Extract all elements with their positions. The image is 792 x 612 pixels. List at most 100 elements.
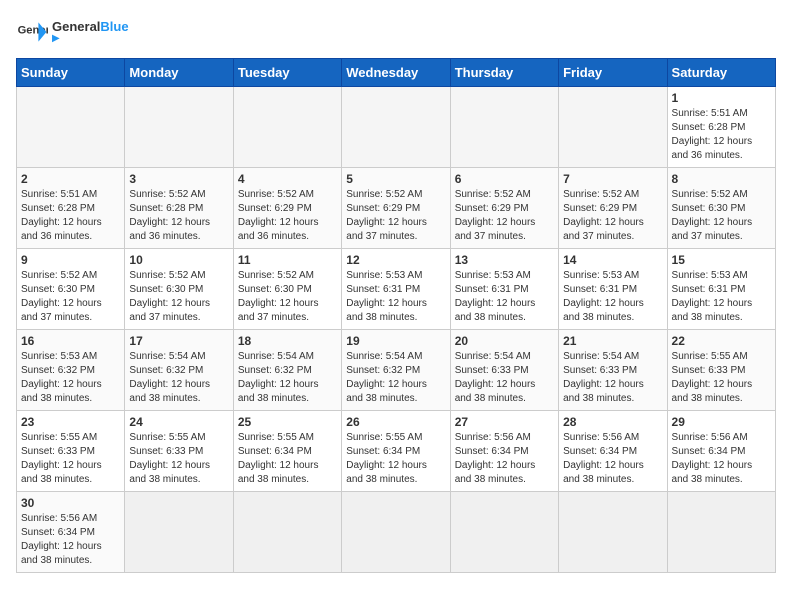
day-info: Sunrise: 5:52 AM Sunset: 6:30 PM Dayligh… — [129, 269, 228, 325]
weekday-header-friday: Friday — [559, 59, 667, 87]
day-info: Sunrise: 5:52 AM Sunset: 6:30 PM Dayligh… — [238, 269, 337, 325]
calendar-cell: 7 Sunrise: 5:52 AM Sunset: 6:29 PM Daylig… — [559, 168, 667, 249]
day-number: 29 — [672, 415, 771, 429]
calendar-cell — [559, 87, 667, 168]
calendar-cell: 11 Sunrise: 5:52 AM Sunset: 6:30 PM Dayli… — [233, 249, 341, 330]
calendar-cell: 23 Sunrise: 5:55 AM Sunset: 6:33 PM Dayli… — [17, 411, 125, 492]
day-number: 5 — [346, 172, 445, 186]
day-number: 13 — [455, 253, 554, 267]
calendar-cell — [450, 492, 558, 573]
calendar-cell — [342, 87, 450, 168]
weekday-header-saturday: Saturday — [667, 59, 775, 87]
calendar-cell — [233, 87, 341, 168]
day-info: Sunrise: 5:56 AM Sunset: 6:34 PM Dayligh… — [21, 512, 120, 568]
day-number: 7 — [563, 172, 662, 186]
day-info: Sunrise: 5:56 AM Sunset: 6:34 PM Dayligh… — [455, 431, 554, 487]
day-info: Sunrise: 5:53 AM Sunset: 6:31 PM Dayligh… — [455, 269, 554, 325]
day-number: 15 — [672, 253, 771, 267]
day-info: Sunrise: 5:54 AM Sunset: 6:32 PM Dayligh… — [129, 350, 228, 406]
calendar-cell: 12Sunrise: 5:53 AM Sunset: 6:31 PM Dayli… — [342, 249, 450, 330]
day-info: Sunrise: 5:52 AM Sunset: 6:29 PM Dayligh… — [238, 188, 337, 244]
weekday-header-tuesday: Tuesday — [233, 59, 341, 87]
day-info: Sunrise: 5:52 AM Sunset: 6:28 PM Dayligh… — [129, 188, 228, 244]
day-info: Sunrise: 5:52 AM Sunset: 6:29 PM Dayligh… — [455, 188, 554, 244]
weekday-header-wednesday: Wednesday — [342, 59, 450, 87]
day-info: Sunrise: 5:53 AM Sunset: 6:31 PM Dayligh… — [563, 269, 662, 325]
day-number: 14 — [563, 253, 662, 267]
day-info: Sunrise: 5:55 AM Sunset: 6:33 PM Dayligh… — [21, 431, 120, 487]
calendar-cell: 8 Sunrise: 5:52 AM Sunset: 6:30 PM Daylig… — [667, 168, 775, 249]
calendar-cell: 1Sunrise: 5:51 AM Sunset: 6:28 PM Daylig… — [667, 87, 775, 168]
calendar-week-1: 1Sunrise: 5:51 AM Sunset: 6:28 PM Daylig… — [17, 87, 776, 168]
day-number: 25 — [238, 415, 337, 429]
calendar-cell: 17 Sunrise: 5:54 AM Sunset: 6:32 PM Dayli… — [125, 330, 233, 411]
day-number: 20 — [455, 334, 554, 348]
day-number: 22 — [672, 334, 771, 348]
calendar-header: SundayMondayTuesdayWednesdayThursdayFrid… — [17, 59, 776, 87]
calendar-cell: 25 Sunrise: 5:55 AM Sunset: 6:34 PM Dayli… — [233, 411, 341, 492]
calendar-cell: 9 Sunrise: 5:52 AM Sunset: 6:30 PM Daylig… — [17, 249, 125, 330]
weekday-header-thursday: Thursday — [450, 59, 558, 87]
calendar-cell: 26 Sunrise: 5:55 AM Sunset: 6:34 PM Dayli… — [342, 411, 450, 492]
day-info: Sunrise: 5:52 AM Sunset: 6:29 PM Dayligh… — [346, 188, 445, 244]
calendar-cell: 14 Sunrise: 5:53 AM Sunset: 6:31 PM Dayli… — [559, 249, 667, 330]
calendar-table: SundayMondayTuesdayWednesdayThursdayFrid… — [16, 58, 776, 573]
day-number: 4 — [238, 172, 337, 186]
calendar-week-3: 9 Sunrise: 5:52 AM Sunset: 6:30 PM Daylig… — [17, 249, 776, 330]
page-header: General GeneralBlue ▶ — [16, 16, 776, 48]
day-number: 16 — [21, 334, 120, 348]
calendar-cell: 16 Sunrise: 5:53 AM Sunset: 6:32 PM Dayli… — [17, 330, 125, 411]
day-info: Sunrise: 5:55 AM Sunset: 6:34 PM Dayligh… — [346, 431, 445, 487]
day-info: Sunrise: 5:54 AM Sunset: 6:32 PM Dayligh… — [238, 350, 337, 406]
calendar-cell: 4 Sunrise: 5:52 AM Sunset: 6:29 PM Daylig… — [233, 168, 341, 249]
calendar-cell — [667, 492, 775, 573]
calendar-cell: 5 Sunrise: 5:52 AM Sunset: 6:29 PM Daylig… — [342, 168, 450, 249]
calendar-week-6: 30 Sunrise: 5:56 AM Sunset: 6:34 PM Dayli… — [17, 492, 776, 573]
day-number: 8 — [672, 172, 771, 186]
day-info: Sunrise: 5:53 AM Sunset: 6:32 PM Dayligh… — [21, 350, 120, 406]
calendar-cell: 28 Sunrise: 5:56 AM Sunset: 6:34 PM Dayli… — [559, 411, 667, 492]
calendar-cell — [233, 492, 341, 573]
calendar-cell: 21 Sunrise: 5:54 AM Sunset: 6:33 PM Dayli… — [559, 330, 667, 411]
day-info: Sunrise: 5:52 AM Sunset: 6:29 PM Dayligh… — [563, 188, 662, 244]
day-info: Sunrise: 5:55 AM Sunset: 6:33 PM Dayligh… — [672, 350, 771, 406]
day-number: 23 — [21, 415, 120, 429]
day-info: Sunrise: 5:54 AM Sunset: 6:33 PM Dayligh… — [455, 350, 554, 406]
day-info: Sunrise: 5:56 AM Sunset: 6:34 PM Dayligh… — [672, 431, 771, 487]
day-number: 27 — [455, 415, 554, 429]
calendar-cell: 13 Sunrise: 5:53 AM Sunset: 6:31 PM Dayli… — [450, 249, 558, 330]
calendar-cell: 20 Sunrise: 5:54 AM Sunset: 6:33 PM Dayli… — [450, 330, 558, 411]
logo-icon: General — [16, 16, 48, 48]
day-number: 24 — [129, 415, 228, 429]
calendar-cell: 19Sunrise: 5:54 AM Sunset: 6:32 PM Dayli… — [342, 330, 450, 411]
calendar-cell: 15Sunrise: 5:53 AM Sunset: 6:31 PM Dayli… — [667, 249, 775, 330]
day-info: Sunrise: 5:52 AM Sunset: 6:30 PM Dayligh… — [21, 269, 120, 325]
calendar-cell — [450, 87, 558, 168]
day-info: Sunrise: 5:56 AM Sunset: 6:34 PM Dayligh… — [563, 431, 662, 487]
day-number: 17 — [129, 334, 228, 348]
calendar-cell — [17, 87, 125, 168]
calendar-week-4: 16 Sunrise: 5:53 AM Sunset: 6:32 PM Dayli… — [17, 330, 776, 411]
calendar-cell: 2Sunrise: 5:51 AM Sunset: 6:28 PM Daylig… — [17, 168, 125, 249]
day-number: 9 — [21, 253, 120, 267]
calendar-cell — [125, 492, 233, 573]
day-number: 10 — [129, 253, 228, 267]
calendar-cell: 22 Sunrise: 5:55 AM Sunset: 6:33 PM Dayli… — [667, 330, 775, 411]
day-number: 2 — [21, 172, 120, 186]
calendar-week-2: 2Sunrise: 5:51 AM Sunset: 6:28 PM Daylig… — [17, 168, 776, 249]
calendar-week-5: 23 Sunrise: 5:55 AM Sunset: 6:33 PM Dayli… — [17, 411, 776, 492]
day-number: 28 — [563, 415, 662, 429]
calendar-cell: 18 Sunrise: 5:54 AM Sunset: 6:32 PM Dayli… — [233, 330, 341, 411]
day-number: 11 — [238, 253, 337, 267]
day-number: 30 — [21, 496, 120, 510]
calendar-cell — [342, 492, 450, 573]
day-info: Sunrise: 5:55 AM Sunset: 6:34 PM Dayligh… — [238, 431, 337, 487]
calendar-cell: 24Sunrise: 5:55 AM Sunset: 6:33 PM Dayli… — [125, 411, 233, 492]
day-number: 21 — [563, 334, 662, 348]
day-number: 26 — [346, 415, 445, 429]
day-number: 18 — [238, 334, 337, 348]
day-info: Sunrise: 5:54 AM Sunset: 6:33 PM Dayligh… — [563, 350, 662, 406]
day-info: Sunrise: 5:54 AM Sunset: 6:32 PM Dayligh… — [346, 350, 445, 406]
day-info: Sunrise: 5:52 AM Sunset: 6:30 PM Dayligh… — [672, 188, 771, 244]
calendar-cell: 3Sunrise: 5:52 AM Sunset: 6:28 PM Daylig… — [125, 168, 233, 249]
